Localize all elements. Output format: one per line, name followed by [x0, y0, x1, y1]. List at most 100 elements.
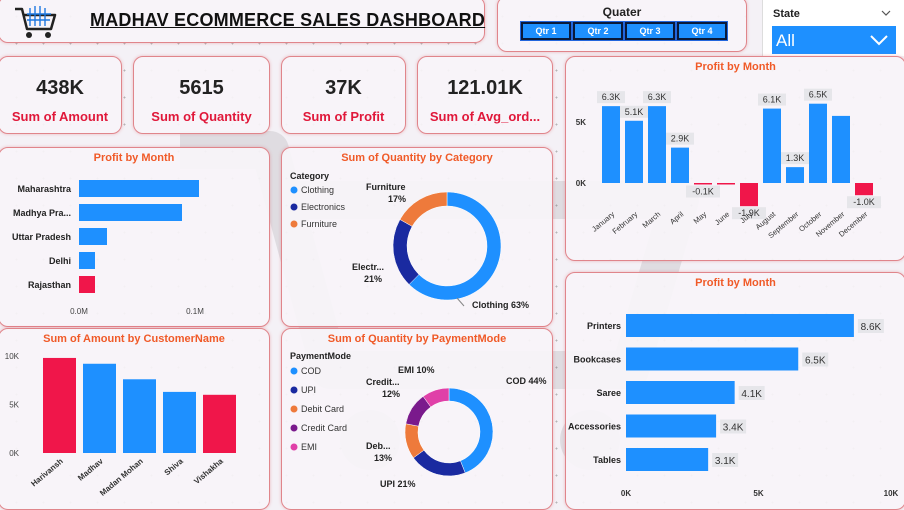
chart-card-profit-by-product: Profit by Month Printers 8.6K Bookcases 6.5…	[565, 272, 904, 510]
state-slicer: State All	[762, 0, 904, 56]
bar	[648, 106, 666, 183]
x-tick-label: 5K	[753, 489, 763, 498]
kpi-label: Sum of Avg_ord...	[429, 109, 541, 124]
data-label: 6.3K	[648, 92, 667, 102]
dropdown-chevron-icon	[870, 35, 888, 46]
data-label: 6.1K	[763, 95, 782, 105]
chevron-down-icon[interactable]	[881, 10, 891, 16]
kpi-label: Sum of Amount	[11, 109, 109, 124]
data-label: 4.1K	[741, 389, 762, 400]
kpi-value: 121.01K	[447, 77, 523, 99]
x-tick-label: Harivansh	[29, 457, 65, 489]
bar	[626, 381, 735, 404]
legend-title: PaymentMode	[290, 351, 351, 361]
y-tick-label: Accessories	[568, 422, 621, 432]
x-tick-label: February	[611, 209, 640, 235]
bar	[855, 183, 873, 196]
y-tick-label: Delhi	[49, 256, 71, 266]
x-tick-label: 0.1M	[186, 307, 204, 316]
x-tick-label: 0K	[621, 489, 631, 498]
kpi-card-amount: 438K Sum of Amount	[0, 56, 122, 134]
slice-label: 17%	[388, 194, 406, 204]
kpi-value: 37K	[325, 77, 362, 99]
slice-label: UPI 21%	[380, 479, 416, 489]
slice-label: EMI 10%	[398, 365, 435, 375]
x-tick-label: 0.0M	[70, 307, 88, 316]
bar	[163, 391, 196, 453]
y-tick-label: Rajasthan	[28, 280, 71, 290]
legend-label: Furniture	[301, 219, 337, 229]
slice-label: Clothing 63%	[472, 300, 529, 310]
donut-slice	[413, 449, 466, 477]
quantity-by-category-chart: Category Clothing Electronics Furniture Clot…	[290, 171, 529, 310]
data-label: 2.9K	[671, 134, 690, 144]
quantity-by-paymentmode-chart: PaymentMode COD UPI Debit Card Credit Card EM…	[290, 351, 547, 489]
y-tick-label: Maharashtra	[17, 184, 72, 194]
data-label: -1.0K	[853, 197, 875, 207]
y-tick-label: Tables	[593, 455, 621, 465]
x-tick-label: June	[713, 210, 731, 227]
slice-label: Furniture	[366, 182, 406, 192]
y-tick-label: 0K	[9, 449, 19, 458]
slice-label: 21%	[364, 274, 382, 284]
state-dropdown-value: All	[776, 31, 795, 50]
legend-marker	[290, 203, 298, 211]
bar	[832, 115, 850, 183]
x-tick-label: April	[668, 209, 686, 226]
x-tick-label: Vishakha	[192, 456, 225, 486]
data-label: 6.5K	[809, 90, 828, 100]
bar	[626, 314, 854, 337]
bar	[786, 167, 804, 183]
y-tick-label: 5K	[576, 118, 586, 127]
bar	[79, 276, 95, 293]
bar	[763, 108, 781, 183]
leader-line	[456, 297, 465, 307]
x-tick-label: Shiva	[163, 456, 186, 477]
bar	[809, 103, 827, 183]
y-tick-label: 5K	[9, 401, 19, 410]
legend-marker	[290, 386, 298, 394]
legend-marker	[290, 186, 298, 194]
bar	[203, 394, 236, 453]
kpi-label: Sum of Profit	[302, 109, 385, 124]
data-label: 6.3K	[602, 92, 621, 102]
qtr-3-button[interactable]: Qtr 3	[624, 21, 676, 41]
bar	[626, 347, 799, 371]
legend-marker	[290, 405, 298, 413]
data-label: 3.1K	[715, 456, 736, 467]
state-dropdown[interactable]: All	[772, 26, 896, 54]
kpi-card-quantity: 5615 Sum of Quantity	[133, 56, 270, 134]
kpi-value: 438K	[36, 77, 84, 99]
legend-marker	[290, 424, 298, 432]
y-tick-label: Saree	[596, 388, 621, 398]
data-label: 6.5K	[805, 356, 826, 367]
y-tick-label: Uttar Pradesh	[12, 232, 71, 242]
y-tick-label: 10K	[5, 352, 20, 361]
legend-marker	[290, 367, 298, 375]
donut-slice	[399, 191, 448, 227]
qtr-2-button[interactable]: Qtr 2	[572, 21, 624, 41]
quarter-slicer: Quater Qtr 1 Qtr 2 Qtr 3 Qtr 4	[497, 0, 747, 52]
qtr-1-button[interactable]: Qtr 1	[520, 21, 572, 41]
slice-label: Deb...	[366, 441, 391, 451]
qtr-4-button[interactable]: Qtr 4	[676, 21, 728, 41]
bar	[79, 252, 95, 269]
chart-card-amount-by-customer: Sum of Amount by CustomerName 10K 5K 0K Har…	[0, 328, 270, 510]
bar	[79, 204, 182, 221]
amount-by-customer-chart: 10K 5K 0K Harivansh MadhavMadan Mohan Shiva Vi…	[5, 352, 236, 498]
x-tick-label: 10K	[884, 489, 899, 498]
kpi-value: 5615	[179, 77, 224, 99]
legend-label: Electronics	[301, 202, 346, 212]
legend-label: Debit Card	[301, 404, 344, 414]
bar	[79, 180, 199, 197]
kpi-card-profit: 37K Sum of Profit	[281, 56, 406, 134]
legend-label: UPI	[301, 385, 316, 395]
profit-by-product-chart: Printers 8.6K Bookcases 6.5K Saree 4.1K Access…	[568, 314, 899, 498]
profit-by-month-chart: 5K0K6.3KJanuary5.1KFebruary6.3KMarch2.9K…	[576, 88, 881, 240]
chart-card-quantity-by-paymentmode: Sum of Quantity by PaymentMode PaymentMo…	[281, 328, 553, 510]
bar	[740, 183, 758, 207]
data-label: 3.4K	[723, 423, 744, 434]
data-label: 1.3K	[786, 153, 805, 163]
kpi-label: Sum of Quantity	[151, 109, 252, 124]
donut-slice	[392, 219, 420, 285]
